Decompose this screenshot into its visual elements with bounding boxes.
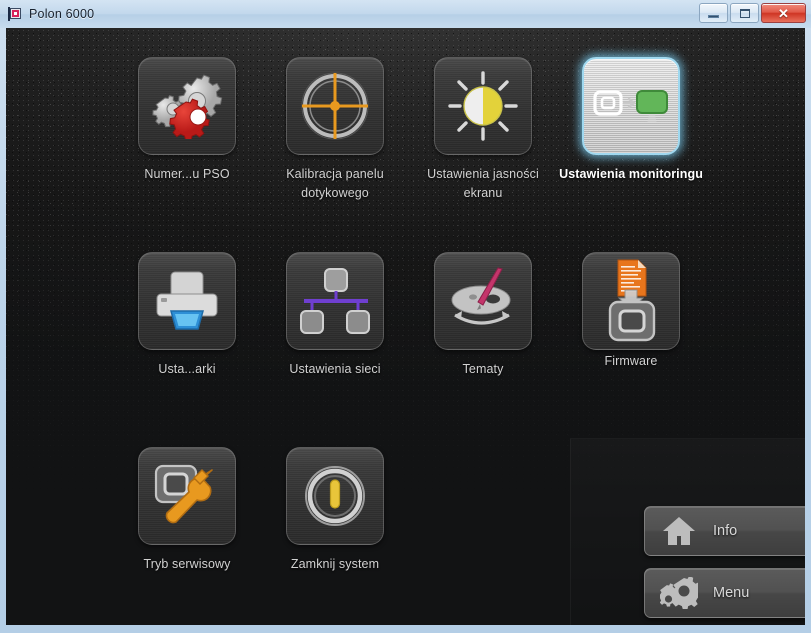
service-wrench-icon: [139, 448, 235, 544]
crosshair-target-icon: [287, 58, 383, 154]
close-icon: ✕: [778, 5, 789, 21]
grid-item-label: Firmware: [604, 354, 658, 368]
tile-kalibracja-panelu[interactable]: [286, 57, 384, 155]
tile-numer-pso[interactable]: [138, 57, 236, 155]
brightness-sun-icon: [435, 58, 531, 154]
title-bar: Polon 6000 ✕: [0, 0, 811, 28]
grid-item-label: Ustawienia monitoringu: [559, 167, 703, 181]
grid-item-label: Usta...arki: [158, 362, 216, 376]
menu-button[interactable]: Menu: [644, 568, 805, 618]
tile-zamknij-system[interactable]: [286, 447, 384, 545]
polon-flag-icon: [8, 7, 22, 21]
grid-item-label: Numer...u PSO: [144, 167, 230, 181]
grid-item-label: Tryb serwisowy: [143, 557, 231, 571]
grid-item-ustawienia-monitoringu[interactable]: Ustawienia monitoringu: [557, 57, 705, 184]
grid-item-tematy[interactable]: Tematy: [409, 252, 557, 379]
tile-tryb-serwisowy[interactable]: [138, 447, 236, 545]
grid-item-firmware[interactable]: Firmware: [557, 252, 705, 371]
monitoring-screens-icon: [584, 59, 678, 153]
tile-ustawienia-monitoringu[interactable]: [582, 57, 680, 155]
tile-ustawienia-jasnosci[interactable]: [434, 57, 532, 155]
grid-item-numer-pso[interactable]: Numer...u PSO: [113, 57, 261, 184]
grid-item-label: Kalibracja panelu dotykowego: [286, 167, 384, 200]
info-button-label: Info: [713, 523, 738, 539]
device-screen: Numer...u PSO Kalibracja panelu dotykowe…: [6, 28, 805, 625]
gears-small-icon: [657, 577, 701, 609]
firmware-upload-icon: [583, 253, 679, 349]
window-title: Polon 6000: [29, 7, 95, 21]
info-button[interactable]: Info: [644, 506, 805, 556]
printer-icon: [139, 253, 235, 349]
home-icon: [657, 516, 701, 546]
grid-item-label: Tematy: [462, 362, 504, 376]
network-icon: [287, 253, 383, 349]
window-controls: ✕: [699, 3, 806, 23]
grid-item-tryb-serwisowy[interactable]: Tryb serwisowy: [113, 447, 261, 574]
minimize-button[interactable]: [699, 3, 728, 23]
close-button[interactable]: ✕: [761, 3, 806, 23]
gears-icon: [139, 58, 235, 154]
tile-firmware[interactable]: [582, 252, 680, 350]
minimize-icon: [708, 14, 719, 18]
maximize-icon: [739, 8, 750, 18]
tile-ustawienia-drukarki[interactable]: [138, 252, 236, 350]
grid-item-label: Ustawienia sieci: [289, 362, 381, 376]
power-off-icon: [287, 448, 383, 544]
grid-item-label: Zamknij system: [290, 557, 380, 571]
maximize-button[interactable]: [730, 3, 759, 23]
grid-item-ustawienia-jasnosci[interactable]: Ustawienia jasności ekranu: [409, 57, 557, 203]
grid-item-zamknij-system[interactable]: Zamknij system: [261, 447, 409, 574]
application-window: Polon 6000 ✕ Numer...u PSO Kalibracja pa…: [0, 0, 811, 633]
grid-item-label: Ustawienia jasności ekranu: [427, 167, 539, 200]
palette-brush-icon: [435, 253, 531, 349]
tile-tematy[interactable]: [434, 252, 532, 350]
grid-item-ustawienia-drukarki[interactable]: Usta...arki: [113, 252, 261, 379]
grid-item-kalibracja-panelu[interactable]: Kalibracja panelu dotykowego: [261, 57, 409, 203]
tile-ustawienia-sieci[interactable]: [286, 252, 384, 350]
menu-button-label: Menu: [713, 585, 750, 601]
grid-item-ustawienia-sieci[interactable]: Ustawienia sieci: [261, 252, 409, 379]
